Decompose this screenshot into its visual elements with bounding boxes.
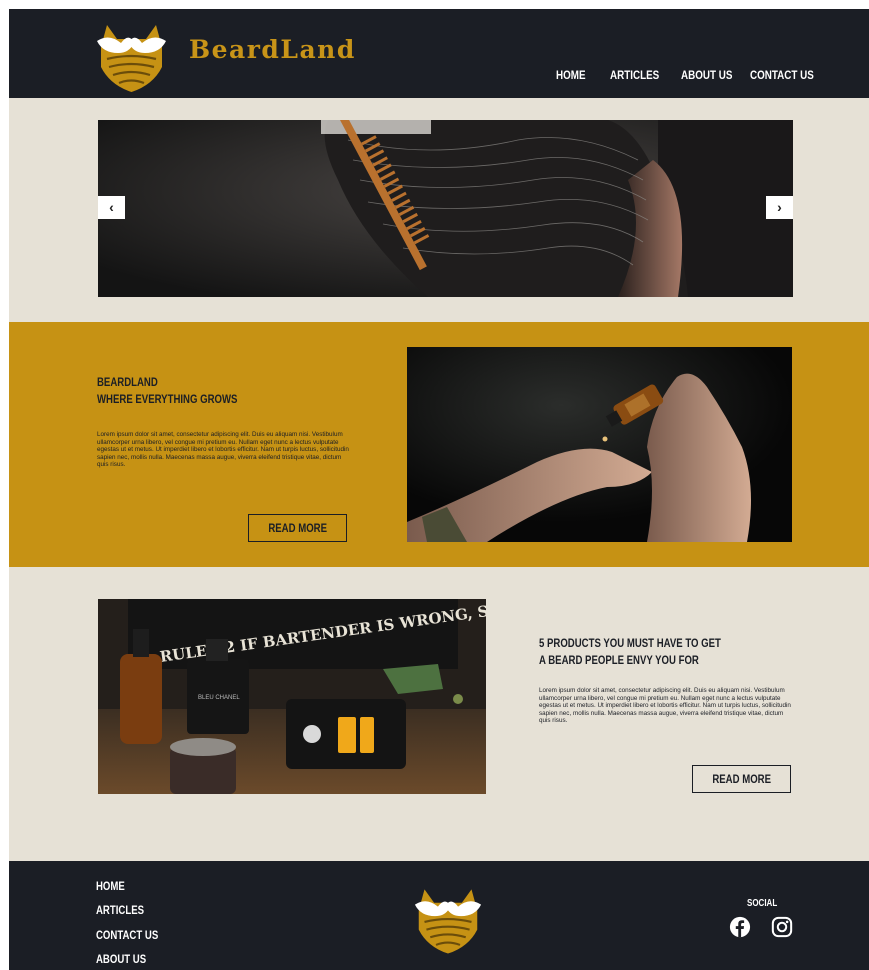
feature-1-read-more-button[interactable]: READ MORE bbox=[248, 514, 347, 542]
feature-2-title-line-1: 5 PRODUCTS YOU MUST HAVE TO GET bbox=[539, 636, 721, 650]
site-footer: HOME ARTICLES CONTACT US ABOUT US SOCIAL bbox=[9, 861, 869, 970]
feature-section-1: BEARDLAND WHERE EVERYTHING GROWS Lorem i… bbox=[9, 322, 869, 567]
nav-articles[interactable]: ARTICLES bbox=[610, 68, 659, 82]
feature-2-read-more-button[interactable]: READ MORE bbox=[692, 765, 791, 793]
carousel-prev-button[interactable]: ‹ bbox=[98, 196, 125, 219]
beard-products-image: RULE #2 IF BARTENDER IS WRONG, SEE RULE … bbox=[98, 599, 486, 794]
footer-link-contact-us[interactable]: CONTACT US bbox=[96, 928, 158, 942]
site-header: BeardLand HOME ARTICLES ABOUT US CONTACT… bbox=[9, 9, 869, 98]
nav-contact-us[interactable]: CONTACT US bbox=[750, 68, 814, 82]
chevron-right-icon: › bbox=[777, 199, 782, 215]
feature-1-body: Lorem ipsum dolor sit amet, consectetur … bbox=[97, 431, 349, 469]
social-title: SOCIAL bbox=[747, 898, 778, 909]
nav-home[interactable]: HOME bbox=[556, 68, 586, 82]
feature-2-title-line-2: A BEARD PEOPLE ENVY YOU FOR bbox=[539, 653, 699, 667]
footer-link-articles[interactable]: ARTICLES bbox=[96, 903, 144, 917]
feature-1-read-more-label: READ MORE bbox=[268, 521, 327, 535]
feature-1-title-line-1: BEARDLAND bbox=[97, 375, 158, 389]
footer-link-about-us[interactable]: ABOUT US bbox=[96, 952, 146, 966]
feature-2-body: Lorem ipsum dolor sit amet, consectetur … bbox=[539, 687, 791, 725]
brand-name: BeardLand bbox=[189, 35, 356, 64]
bottle-label-text: BLEU CHANEL bbox=[198, 695, 240, 701]
beard-products-photo: RULE #2 IF BARTENDER IS WRONG, SEE RULE … bbox=[98, 599, 486, 794]
beard-oil-image bbox=[407, 347, 792, 542]
footer-link-home[interactable]: HOME bbox=[96, 879, 125, 893]
instagram-icon[interactable] bbox=[771, 916, 793, 938]
feature-1-title: BEARDLAND WHERE EVERYTHING GROWS bbox=[97, 374, 237, 408]
facebook-icon[interactable] bbox=[729, 916, 751, 938]
page: BeardLand HOME ARTICLES ABOUT US CONTACT… bbox=[9, 9, 869, 970]
nav-about-us[interactable]: ABOUT US bbox=[681, 68, 732, 82]
beard-oil-photo bbox=[407, 347, 792, 542]
feature-2-read-more-label: READ MORE bbox=[712, 772, 771, 786]
footer-beard-logo-icon[interactable] bbox=[413, 885, 483, 955]
chevron-left-icon: ‹ bbox=[109, 199, 114, 215]
feature-1-title-line-2: WHERE EVERYTHING GROWS bbox=[97, 392, 238, 406]
hero-carousel: ‹ › bbox=[98, 120, 793, 297]
hero-image bbox=[98, 120, 793, 297]
feature-2-title: 5 PRODUCTS YOU MUST HAVE TO GET A BEARD … bbox=[539, 635, 721, 669]
main-nav: HOME ARTICLES ABOUT US CONTACT US bbox=[9, 68, 869, 88]
carousel-next-button[interactable]: › bbox=[766, 196, 793, 219]
